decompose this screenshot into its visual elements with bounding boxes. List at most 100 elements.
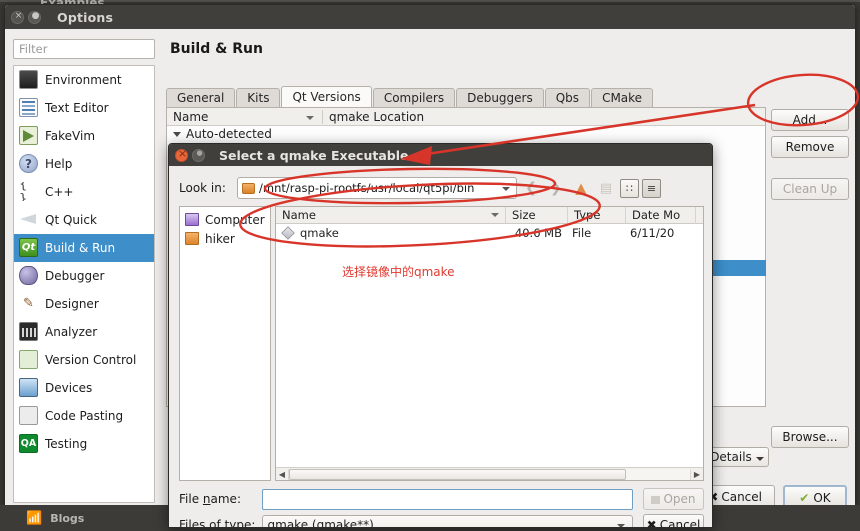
sidebar-item-qt-quick[interactable]: Qt Quick: [14, 206, 154, 234]
detail-view-icon[interactable]: ≡: [642, 178, 661, 198]
sidebar-item-debugger[interactable]: Debugger: [14, 262, 154, 290]
file-list[interactable]: Name Size Type Date Mo qmake 40.6 MB Fil…: [275, 206, 704, 481]
sidebar-item-fakevim[interactable]: FakeVim: [14, 122, 154, 150]
look-in-path: /mnt/rasp-pi-rootfs/usr/local/qt5pi/bin: [259, 181, 475, 195]
file-list-row[interactable]: qmake 40.6 MB File 6/11/20: [276, 224, 703, 241]
filter-input[interactable]: Filter: [13, 39, 155, 59]
place-item-label: Computer: [205, 212, 265, 227]
sidebar-item-label: Environment: [45, 72, 122, 87]
file-dialog-panes: Computer hiker Name Size Type Date Mo qm…: [179, 206, 704, 481]
scroll-left-icon[interactable]: ◀: [276, 470, 288, 479]
chevron-down-icon[interactable]: [617, 523, 626, 527]
designer-icon: ✎: [23, 296, 34, 311]
add-button[interactable]: Add...: [771, 109, 849, 131]
tab-qt-versions[interactable]: Qt Versions: [281, 86, 372, 108]
home-folder-icon: [185, 232, 199, 245]
look-in-combobox[interactable]: /mnt/rasp-pi-rootfs/usr/local/qt5pi/bin: [237, 177, 517, 199]
tab-qbs[interactable]: Qbs: [544, 88, 591, 108]
place-item-home[interactable]: hiker: [180, 229, 270, 248]
sidebar-item-label: Qt Quick: [45, 212, 97, 227]
sidebar-item-environment[interactable]: Environment: [14, 66, 154, 94]
sidebar-item-cpp[interactable]: { } C++: [14, 178, 154, 206]
scrollbar-thumb[interactable]: [289, 468, 626, 480]
back-icon[interactable]: ❮: [520, 177, 542, 199]
file-name-cell: qmake: [276, 226, 506, 240]
sidebar-item-version-control[interactable]: Version Control: [14, 346, 154, 374]
column-header-name[interactable]: Name: [276, 207, 506, 224]
file-dialog-places[interactable]: Computer hiker: [179, 206, 271, 481]
sidebar-item-build-and-run[interactable]: Qt Build & Run: [14, 234, 154, 262]
code-pasting-icon: [19, 406, 38, 425]
sidebar-item-code-pasting[interactable]: Code Pasting: [14, 402, 154, 430]
file-dialog-title: Select a qmake Executable: [219, 147, 409, 163]
file-name-input[interactable]: [261, 488, 634, 510]
column-header-size[interactable]: Size: [506, 207, 568, 224]
sidebar-item-testing[interactable]: QA Testing: [14, 430, 154, 458]
browse-button[interactable]: Browse...: [771, 426, 849, 448]
table-group-row[interactable]: Auto-detected: [167, 126, 765, 142]
options-titlebar[interactable]: × ● Options: [5, 5, 855, 29]
sort-descending-icon: [491, 212, 499, 217]
minimize-icon[interactable]: [192, 147, 206, 162]
analyzer-icon: [19, 322, 38, 341]
scroll-right-icon[interactable]: ▶: [691, 470, 703, 479]
place-item-computer[interactable]: Computer: [180, 210, 270, 229]
qt-versions-table-header: Name qmake Location: [167, 108, 765, 126]
page-title: Build & Run: [170, 41, 263, 57]
chevron-down-icon[interactable]: [173, 131, 181, 137]
tab-kits[interactable]: Kits: [236, 88, 281, 108]
chevron-down-icon[interactable]: [502, 187, 510, 191]
cpp-icon: { }: [19, 182, 28, 201]
sidebar-item-label: Help: [45, 156, 73, 171]
open-button: Open: [643, 488, 704, 510]
file-type-cell: File: [572, 225, 592, 240]
table-group-label: Auto-detected: [186, 127, 272, 141]
cancel-x-icon: ✖: [646, 518, 657, 528]
sidebar-item-designer[interactable]: ✎ Designer: [14, 290, 154, 318]
forward-icon[interactable]: ❯: [545, 177, 567, 199]
file-dialog-titlebar[interactable]: Select a qmake Executable: [169, 144, 712, 166]
folder-icon: [242, 182, 255, 194]
file-list-horizontal-scrollbar[interactable]: ◀ ▶: [276, 467, 703, 480]
column-header-qmake-location[interactable]: qmake Location: [322, 109, 765, 124]
check-icon: ✔: [799, 491, 810, 505]
details-button[interactable]: Details: [705, 447, 769, 467]
computer-icon: [185, 213, 199, 226]
tab-compilers[interactable]: Compilers: [372, 88, 456, 108]
sidebar-item-label: Designer: [45, 296, 99, 311]
new-folder-icon[interactable]: ▤: [595, 177, 617, 199]
chevron-down-icon: [755, 457, 764, 461]
sidebar-item-devices[interactable]: Devices: [14, 374, 154, 402]
environment-icon: [19, 70, 38, 89]
column-header-type[interactable]: Type: [568, 207, 626, 224]
build-run-icon: Qt: [19, 238, 38, 257]
rss-icon: 📶: [26, 510, 43, 526]
remove-button[interactable]: Remove: [771, 136, 849, 158]
minimize-icon[interactable]: ●: [28, 10, 41, 24]
close-icon[interactable]: ×: [11, 10, 24, 24]
fakevim-icon: [19, 126, 38, 145]
clean-up-button: Clean Up: [771, 178, 849, 200]
tab-general[interactable]: General: [166, 88, 236, 108]
sidebar-item-help[interactable]: ? Help: [14, 150, 154, 178]
files-of-type-row: Files of type: qmake (qmake**) ✖ Cancel: [179, 514, 704, 528]
sidebar-item-text-editor[interactable]: Text Editor: [14, 94, 154, 122]
tabbar: General Kits Qt Versions Compilers Debug…: [166, 86, 686, 108]
scrollbar-track[interactable]: [288, 468, 691, 480]
column-header-date-modified[interactable]: Date Mo: [626, 207, 696, 224]
cancel-button[interactable]: ✖ Cancel: [643, 514, 704, 528]
devices-icon: [19, 378, 38, 397]
close-icon[interactable]: [175, 147, 189, 162]
files-of-type-combobox[interactable]: qmake (qmake**): [261, 514, 634, 527]
options-category-list[interactable]: Environment Text Editor FakeVim ? Help {…: [13, 65, 155, 503]
list-view-icon[interactable]: ∷: [620, 178, 639, 198]
sidebar-item-label: Testing: [45, 436, 88, 451]
column-header-name[interactable]: Name: [167, 110, 322, 124]
sidebar-item-label: FakeVim: [45, 128, 96, 143]
file-date-cell: 6/11/20: [630, 225, 675, 240]
parent-dir-icon[interactable]: ▲: [570, 177, 592, 199]
file-icon: [281, 225, 295, 240]
tab-cmake[interactable]: CMake: [591, 88, 654, 108]
tab-debuggers[interactable]: Debuggers: [456, 88, 544, 108]
sidebar-item-analyzer[interactable]: Analyzer: [14, 318, 154, 346]
